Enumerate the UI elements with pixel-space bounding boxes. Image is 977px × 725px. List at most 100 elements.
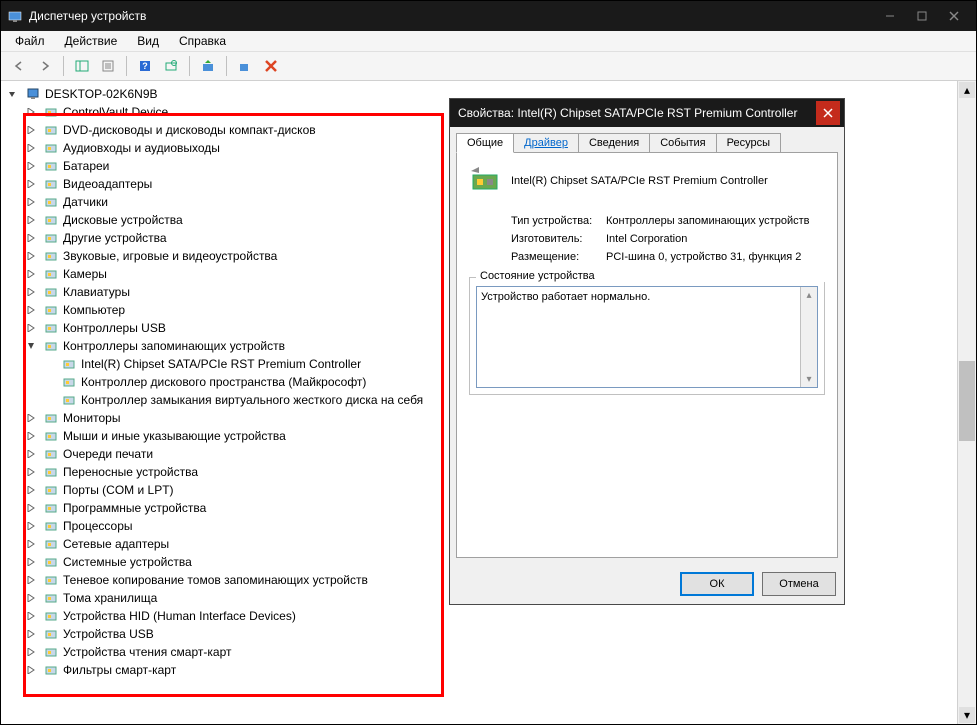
properties-button[interactable] [96, 54, 120, 78]
tree-item-label: Устройства чтения смарт-карт [63, 645, 231, 659]
expand-arrow-icon[interactable] [23, 198, 39, 206]
ok-button[interactable]: ОК [680, 572, 754, 596]
tab-details[interactable]: Сведения [578, 133, 650, 152]
scroll-up-icon[interactable]: ▴ [801, 287, 817, 303]
dialog-titlebar[interactable]: Свойства: Intel(R) Chipset SATA/PCIe RST… [450, 99, 844, 127]
expand-arrow-icon[interactable] [23, 234, 39, 242]
uninstall-device-button[interactable] [233, 54, 257, 78]
device-category-icon [43, 446, 59, 462]
expand-arrow-icon[interactable] [23, 108, 39, 116]
expand-arrow-icon[interactable] [23, 324, 39, 332]
tree-item-label: Устройства HID (Human Interface Devices) [63, 609, 296, 623]
scroll-thumb[interactable] [959, 361, 975, 441]
tree-item-label: Сетевые адаптеры [63, 537, 169, 551]
tree-item-label: Очереди печати [63, 447, 153, 461]
tab-driver[interactable]: Драйвер [513, 133, 579, 152]
expand-arrow-icon[interactable] [23, 252, 39, 260]
tree-item-label: Фильтры смарт-карт [63, 663, 176, 677]
titlebar[interactable]: Диспетчер устройств [1, 1, 976, 31]
tree-item-label: Intel(R) Chipset SATA/PCIe RST Premium C… [81, 357, 361, 371]
menu-view[interactable]: Вид [129, 32, 167, 50]
cancel-button[interactable]: Отмена [762, 572, 836, 596]
tree-item-label: Клавиатуры [63, 285, 130, 299]
expand-arrow-icon[interactable] [23, 270, 39, 278]
tree-item-label: Теневое копирование томов запоминающих у… [63, 573, 368, 587]
expand-arrow-icon[interactable] [23, 666, 39, 674]
device-category-icon [43, 482, 59, 498]
close-button[interactable] [938, 2, 970, 30]
show-hide-tree-button[interactable] [70, 54, 94, 78]
maximize-button[interactable] [906, 2, 938, 30]
scroll-down-icon[interactable]: ▾ [801, 371, 817, 387]
expand-arrow-icon[interactable] [23, 468, 39, 476]
tree-item-label: Мыши и иные указывающие устройства [63, 429, 286, 443]
device-status-textbox[interactable]: Устройство работает нормально. ▴ ▾ [476, 286, 818, 388]
tree-item-label: Контроллеры запоминающих устройств [63, 339, 285, 353]
device-status-text: Устройство работает нормально. [481, 291, 650, 303]
expand-arrow-icon[interactable] [23, 180, 39, 188]
expand-arrow-icon[interactable] [23, 126, 39, 134]
expand-arrow-icon[interactable] [23, 486, 39, 494]
disable-device-button[interactable] [259, 54, 283, 78]
scan-hardware-button[interactable] [159, 54, 183, 78]
menubar: Файл Действие Вид Справка [1, 31, 976, 52]
expand-arrow-icon[interactable] [23, 594, 39, 602]
tree-item-label: Переносные устройства [63, 465, 198, 479]
tree-category[interactable]: Устройства USB [1, 625, 957, 643]
nav-forward-button[interactable] [33, 54, 57, 78]
device-category-icon [43, 428, 59, 444]
tab-resources[interactable]: Ресурсы [716, 133, 781, 152]
vertical-scrollbar[interactable]: ▴ ▾ [957, 81, 976, 724]
tab-events[interactable]: События [649, 133, 716, 152]
device-category-icon [43, 464, 59, 480]
device-category-icon [43, 608, 59, 624]
menu-action[interactable]: Действие [57, 32, 126, 50]
expand-arrow-icon[interactable] [23, 414, 39, 422]
expand-arrow-icon[interactable] [23, 342, 39, 350]
toolbar-separator [63, 56, 64, 76]
tree-category[interactable]: Фильтры смарт-карт [1, 661, 957, 679]
dialog-tabs: Общие Драйвер Сведения События Ресурсы [450, 127, 844, 152]
expand-arrow-icon[interactable] [23, 288, 39, 296]
tree-item-label: Процессоры [63, 519, 133, 533]
device-status-fieldset: Состояние устройства Устройство работает… [469, 277, 825, 395]
device-category-icon [43, 338, 59, 354]
device-name: Intel(R) Chipset SATA/PCIe RST Premium C… [511, 175, 768, 187]
expand-arrow-icon[interactable] [23, 630, 39, 638]
dialog-buttons: ОК Отмена [450, 564, 844, 604]
expand-arrow-icon[interactable] [5, 90, 21, 98]
scroll-up-icon[interactable]: ▴ [959, 82, 975, 98]
loc-label: Размещение: [511, 251, 606, 263]
help-button[interactable]: ? [133, 54, 157, 78]
device-category-icon [25, 86, 41, 102]
update-driver-button[interactable] [196, 54, 220, 78]
tree-category[interactable]: Устройства чтения смарт-карт [1, 643, 957, 661]
expand-arrow-icon[interactable] [23, 144, 39, 152]
status-scrollbar[interactable]: ▴ ▾ [800, 287, 817, 387]
svg-text:?: ? [142, 61, 148, 71]
menu-file[interactable]: Файл [7, 32, 53, 50]
tab-general[interactable]: Общие [456, 133, 514, 153]
menu-help[interactable]: Справка [171, 32, 234, 50]
expand-arrow-icon[interactable] [23, 648, 39, 656]
device-category-icon [43, 500, 59, 516]
expand-arrow-icon[interactable] [23, 162, 39, 170]
tree-item-label: DVD-дисководы и дисководы компакт-дисков [63, 123, 316, 137]
nav-back-button[interactable] [7, 54, 31, 78]
minimize-button[interactable] [874, 2, 906, 30]
expand-arrow-icon[interactable] [23, 432, 39, 440]
expand-arrow-icon[interactable] [23, 504, 39, 512]
expand-arrow-icon[interactable] [23, 216, 39, 224]
expand-arrow-icon[interactable] [23, 612, 39, 620]
expand-arrow-icon[interactable] [23, 522, 39, 530]
dialog-close-button[interactable] [816, 101, 840, 125]
expand-arrow-icon[interactable] [23, 576, 39, 584]
expand-arrow-icon[interactable] [23, 450, 39, 458]
scroll-down-icon[interactable]: ▾ [959, 707, 975, 723]
device-category-icon [43, 410, 59, 426]
expand-arrow-icon[interactable] [23, 558, 39, 566]
tree-category[interactable]: Устройства HID (Human Interface Devices) [1, 607, 957, 625]
expand-arrow-icon[interactable] [23, 540, 39, 548]
device-category-icon [43, 554, 59, 570]
expand-arrow-icon[interactable] [23, 306, 39, 314]
